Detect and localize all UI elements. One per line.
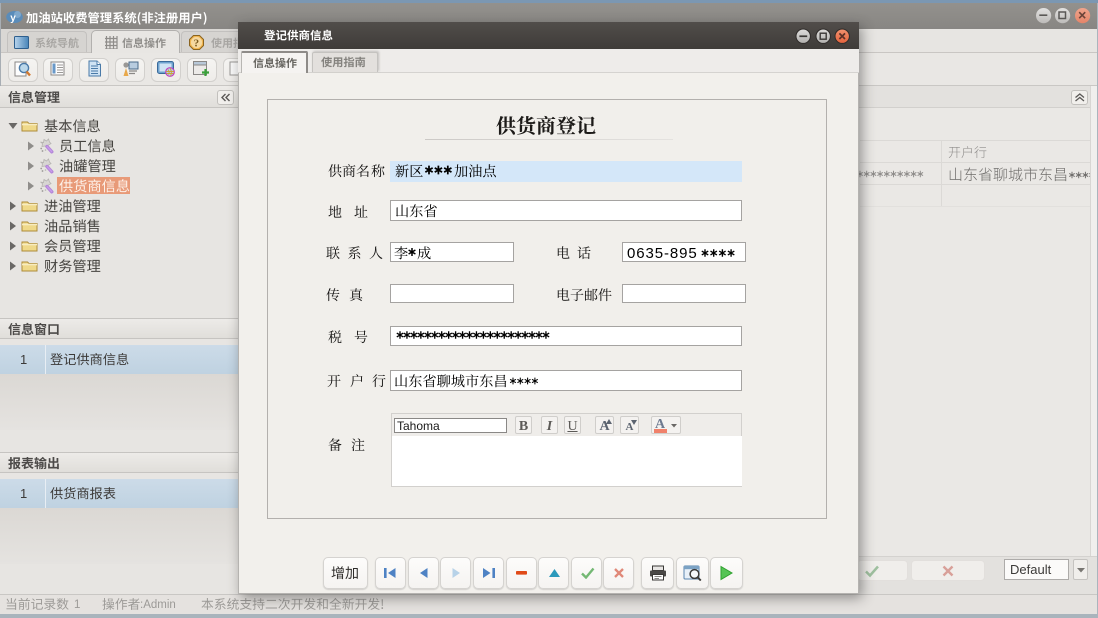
svg-text:y: y [10, 13, 16, 24]
svg-text:?: ? [194, 38, 200, 50]
